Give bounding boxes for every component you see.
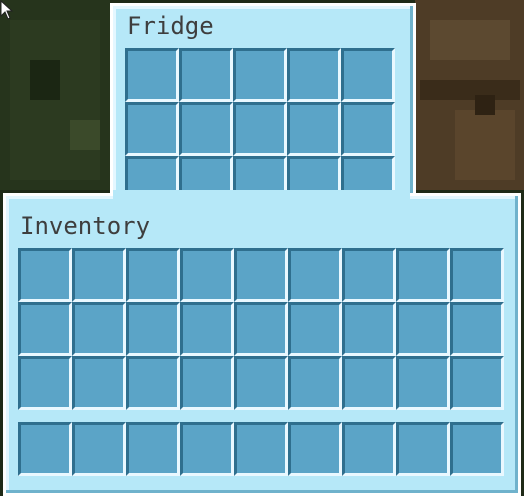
fridge-slot[interactable] bbox=[125, 102, 179, 156]
inventory-grid bbox=[18, 248, 504, 410]
hotbar-slot[interactable] bbox=[288, 422, 342, 476]
inventory-slot[interactable] bbox=[126, 356, 180, 410]
fridge-slot[interactable] bbox=[341, 48, 395, 102]
hotbar-slot[interactable] bbox=[72, 422, 126, 476]
fridge-slot[interactable] bbox=[287, 48, 341, 102]
inventory-slot[interactable] bbox=[234, 356, 288, 410]
hotbar-slot[interactable] bbox=[126, 422, 180, 476]
hotbar-slot[interactable] bbox=[342, 422, 396, 476]
inventory-slot[interactable] bbox=[450, 356, 504, 410]
inventory-slot[interactable] bbox=[342, 248, 396, 302]
fridge-slot[interactable] bbox=[287, 102, 341, 156]
inventory-title: Inventory bbox=[20, 212, 151, 240]
inventory-slot[interactable] bbox=[126, 248, 180, 302]
panel-join bbox=[113, 190, 410, 200]
inventory-slot[interactable] bbox=[126, 302, 180, 356]
inventory-slot[interactable] bbox=[72, 356, 126, 410]
inventory-slot[interactable] bbox=[180, 302, 234, 356]
hotbar-grid bbox=[18, 422, 504, 476]
fridge-slot[interactable] bbox=[125, 48, 179, 102]
fridge-slot[interactable] bbox=[179, 48, 233, 102]
inventory-slot[interactable] bbox=[234, 248, 288, 302]
hotbar-slot[interactable] bbox=[396, 422, 450, 476]
hotbar-slot[interactable] bbox=[180, 422, 234, 476]
hotbar-slot[interactable] bbox=[18, 422, 72, 476]
fridge-slot[interactable] bbox=[179, 102, 233, 156]
inventory-slot[interactable] bbox=[234, 302, 288, 356]
inventory-slot[interactable] bbox=[450, 302, 504, 356]
hotbar-slot[interactable] bbox=[450, 422, 504, 476]
inventory-slot[interactable] bbox=[396, 248, 450, 302]
inventory-slot[interactable] bbox=[72, 302, 126, 356]
fridge-slot[interactable] bbox=[341, 102, 395, 156]
inventory-slot[interactable] bbox=[180, 248, 234, 302]
inventory-slot[interactable] bbox=[18, 302, 72, 356]
fridge-slot[interactable] bbox=[233, 102, 287, 156]
inventory-slot[interactable] bbox=[342, 356, 396, 410]
inventory-slot[interactable] bbox=[396, 356, 450, 410]
hotbar-slot[interactable] bbox=[234, 422, 288, 476]
inventory-slot[interactable] bbox=[180, 356, 234, 410]
inventory-slot[interactable] bbox=[288, 302, 342, 356]
inventory-slot[interactable] bbox=[288, 356, 342, 410]
inventory-panel: Inventory bbox=[3, 193, 521, 496]
fridge-title: Fridge bbox=[127, 12, 214, 40]
fridge-grid bbox=[125, 48, 395, 210]
inventory-slot[interactable] bbox=[342, 302, 396, 356]
inventory-slot[interactable] bbox=[72, 248, 126, 302]
inventory-slot[interactable] bbox=[450, 248, 504, 302]
fridge-slot[interactable] bbox=[233, 48, 287, 102]
inventory-slot[interactable] bbox=[18, 356, 72, 410]
inventory-slot[interactable] bbox=[288, 248, 342, 302]
fridge-panel: Fridge bbox=[110, 3, 416, 214]
inventory-slot[interactable] bbox=[396, 302, 450, 356]
inventory-slot[interactable] bbox=[18, 248, 72, 302]
mouse-cursor-icon bbox=[0, 0, 14, 20]
